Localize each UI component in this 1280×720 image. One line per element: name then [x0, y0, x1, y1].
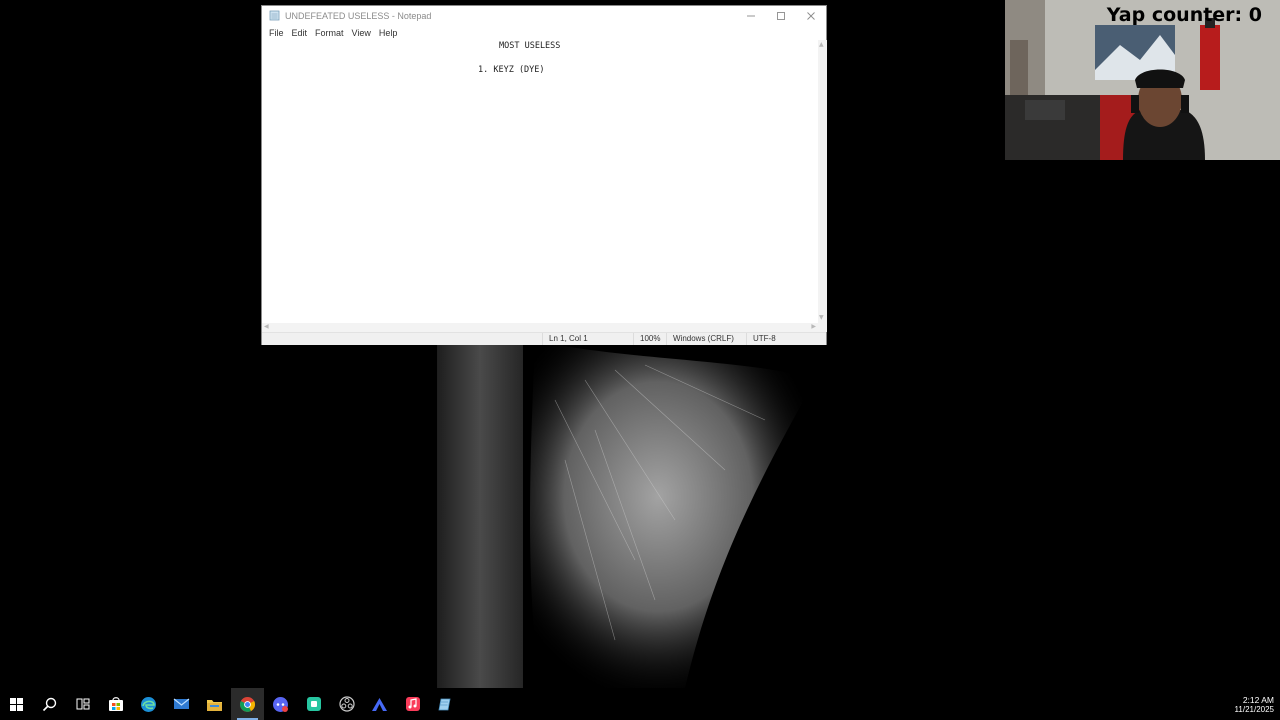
- menu-file[interactable]: File: [265, 28, 288, 38]
- scroll-down-icon[interactable]: ▼: [819, 314, 824, 322]
- status-position: Ln 1, Col 1: [542, 333, 632, 345]
- close-icon: [807, 12, 815, 20]
- start-button[interactable]: [0, 688, 33, 720]
- store-icon: [108, 697, 123, 711]
- yap-counter: Yap counter: 0: [1106, 4, 1262, 26]
- vertical-scrollbar[interactable]: ▲ ▼: [818, 40, 827, 323]
- content-line-1: 1. KEYZ (DYE): [478, 65, 545, 75]
- maximize-button[interactable]: [766, 6, 796, 26]
- task-view-icon: [76, 698, 89, 710]
- minimize-button[interactable]: [736, 6, 766, 26]
- taskbar-file-explorer[interactable]: [198, 688, 231, 720]
- menu-bar: File Edit Format View Help: [262, 26, 826, 40]
- taskbar-notepad[interactable]: [429, 688, 462, 720]
- scroll-left-icon[interactable]: ◀: [264, 323, 269, 331]
- edge-icon: [141, 696, 156, 712]
- horizontal-scrollbar[interactable]: ◀ ▶: [262, 323, 818, 332]
- menu-format[interactable]: Format: [311, 28, 348, 38]
- taskbar: [0, 688, 1280, 720]
- scroll-up-icon[interactable]: ▲: [819, 41, 824, 49]
- search-button[interactable]: [33, 688, 66, 720]
- status-bar: Ln 1, Col 1 100% Windows (CRLF) UTF-8: [262, 332, 826, 345]
- content-heading: MOST USELESS: [499, 41, 561, 51]
- close-button[interactable]: [796, 6, 826, 26]
- taskbar-discord[interactable]: [264, 688, 297, 720]
- system-clock[interactable]: 2:12 AM 11/21/2025: [1224, 695, 1274, 715]
- obs-icon: [338, 696, 355, 712]
- clock-time: 2:12 AM: [1242, 695, 1274, 705]
- music-icon: [405, 697, 420, 711]
- webcam-overlay: Yap counter: 0: [1005, 0, 1280, 160]
- menu-view[interactable]: View: [348, 28, 375, 38]
- vpn-icon: [372, 697, 387, 711]
- notepad-icon: [269, 10, 281, 22]
- taskbar-chrome[interactable]: [231, 688, 264, 720]
- notepad-window[interactable]: UNDEFEATED USELESS - Notepad File Edit F…: [261, 5, 827, 345]
- android-app-icon: [306, 697, 321, 711]
- window-title: UNDEFEATED USELESS - Notepad: [285, 11, 432, 21]
- search-icon: [42, 697, 57, 711]
- status-line-ending: Windows (CRLF): [666, 333, 746, 345]
- clock-date: 11/21/2025: [1234, 705, 1274, 714]
- notepad-icon: [438, 698, 451, 710]
- text-editor[interactable]: MOST USELESS 1. KEYZ (DYE): [262, 40, 818, 323]
- minimize-icon: [747, 15, 755, 17]
- menu-help[interactable]: Help: [375, 28, 402, 38]
- chrome-icon: [240, 696, 255, 712]
- taskbar-obs[interactable]: [330, 688, 363, 720]
- scroll-corner: [818, 323, 827, 332]
- discord-icon: [273, 696, 288, 712]
- status-zoom: 100%: [633, 333, 666, 345]
- taskbar-vpn[interactable]: [363, 688, 396, 720]
- taskbar-edge[interactable]: [132, 688, 165, 720]
- taskbar-android-app[interactable]: [297, 688, 330, 720]
- title-bar[interactable]: UNDEFEATED USELESS - Notepad: [262, 6, 826, 26]
- taskbar-mail[interactable]: [165, 688, 198, 720]
- menu-edit[interactable]: Edit: [288, 28, 312, 38]
- file-explorer-icon: [207, 699, 222, 711]
- status-encoding: UTF-8: [746, 333, 826, 345]
- task-view-button[interactable]: [66, 688, 99, 720]
- maximize-icon: [777, 12, 785, 20]
- windows-start-icon: [10, 697, 23, 711]
- mail-icon: [173, 698, 190, 709]
- taskbar-music[interactable]: [396, 688, 429, 720]
- taskbar-store[interactable]: [99, 688, 132, 720]
- scroll-right-icon[interactable]: ▶: [811, 323, 816, 331]
